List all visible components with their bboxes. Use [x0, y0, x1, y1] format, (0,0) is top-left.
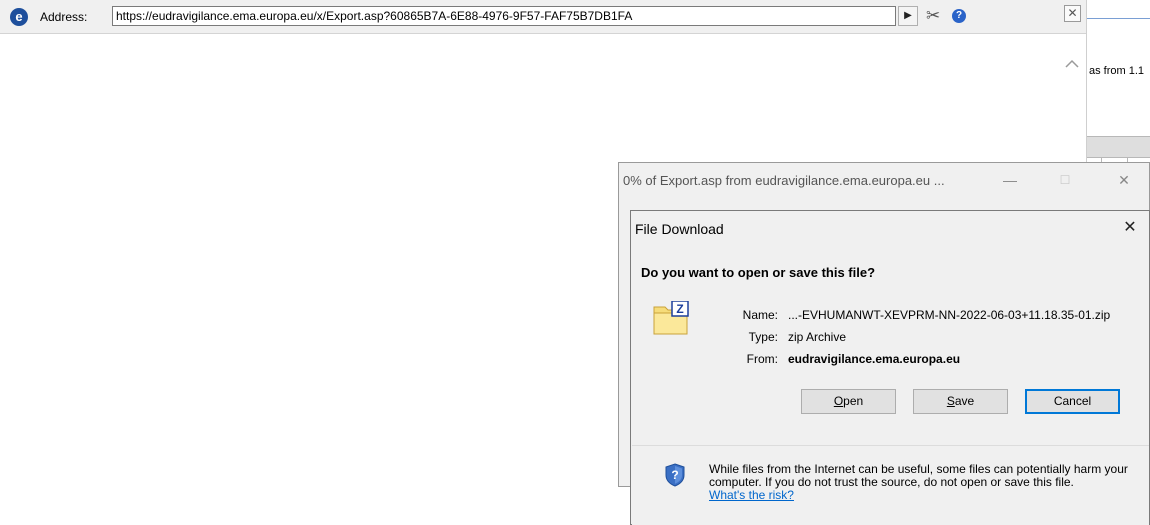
ie-logo-icon: e: [10, 8, 28, 26]
maximize-button[interactable]: ☐: [1050, 169, 1080, 191]
help-icon[interactable]: ?: [952, 9, 966, 23]
background-text: as from 1.1: [1089, 65, 1145, 77]
close-icon[interactable]: ✕: [1064, 5, 1081, 22]
address-label: Address:: [40, 10, 88, 24]
tools-icon[interactable]: ✂: [926, 6, 940, 26]
from-value: eudravigilance.ema.europa.eu: [788, 352, 961, 366]
save-accelerator: S: [946, 394, 955, 408]
open-label: pen: [843, 394, 864, 408]
shield-icon: ?: [665, 463, 685, 487]
dialog-title: File Download: [635, 221, 724, 237]
scroll-up-icon[interactable]: [1062, 54, 1082, 74]
save-button[interactable]: Save: [913, 389, 1008, 414]
from-label: From:: [746, 352, 778, 366]
minimize-button[interactable]: —: [995, 169, 1025, 191]
open-button[interactable]: Open: [801, 389, 896, 414]
zip-file-icon: Z: [653, 301, 689, 335]
divider: [1087, 18, 1150, 19]
name-label: Name:: [742, 308, 778, 322]
go-button[interactable]: ▶: [898, 6, 918, 26]
address-bar: e Address: https://eudravigilance.ema.eu…: [0, 0, 1088, 34]
table-header: [1087, 136, 1150, 158]
svg-text:?: ?: [671, 468, 678, 482]
dialog-close-button[interactable]: ✕: [1115, 217, 1145, 239]
dialog-question: Do you want to open or save this file?: [641, 265, 876, 280]
progress-close-button[interactable]: ✕: [1109, 169, 1139, 191]
name-value: ...-EVHUMANWT-XEVPRM-NN-2022-06-03+11.18…: [788, 308, 1111, 322]
warning-message: While files from the Internet can be use…: [709, 463, 1139, 502]
progress-window-title: 0% of Export.asp from eudravigilance.ema…: [623, 173, 945, 188]
open-accelerator: O: [833, 394, 844, 408]
dialog-body: Do you want to open or save this file? Z…: [632, 244, 1149, 440]
whats-the-risk-link[interactable]: What's the risk?: [709, 488, 794, 502]
address-input[interactable]: https://eudravigilance.ema.europa.eu/x/E…: [112, 6, 896, 26]
warning-text: While files from the Internet can be use…: [709, 462, 1128, 489]
file-download-dialog: File Download ✕ Do you want to open or s…: [630, 210, 1150, 525]
type-value: zip Archive: [788, 330, 847, 344]
save-label: ave: [954, 394, 975, 408]
type-label: Type:: [748, 330, 778, 344]
cancel-button[interactable]: Cancel: [1025, 389, 1120, 414]
security-warning: ? While files from the Internet can be u…: [632, 446, 1149, 525]
svg-text:Z: Z: [676, 302, 683, 316]
